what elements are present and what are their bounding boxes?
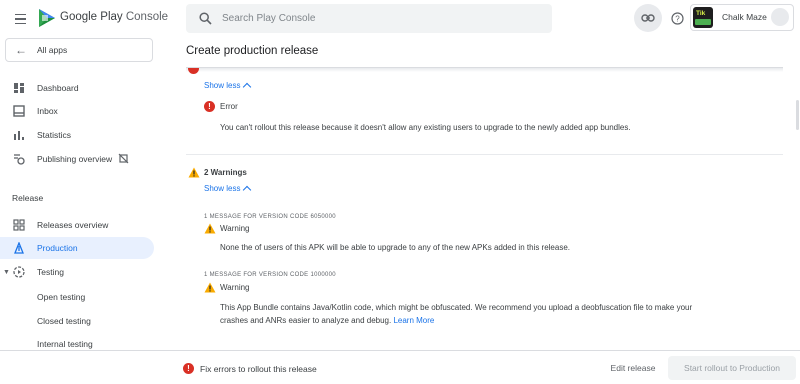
sidebar-item-label: Releases overview [37, 220, 109, 230]
brand-prefix: Google Play [60, 11, 123, 23]
sidebar-item-publishing-overview[interactable]: Publishing overview [0, 148, 154, 170]
error-summary-icon [188, 68, 199, 74]
menu-icon[interactable] [10, 9, 30, 29]
warning-icon [188, 167, 200, 178]
error-icon: ! [204, 101, 215, 112]
link-button[interactable] [634, 4, 662, 32]
sidebar-item-dashboard[interactable]: Dashboard [0, 77, 154, 99]
search-input[interactable]: Search Play Console [222, 13, 315, 24]
errors-show-less-link[interactable]: Show less [204, 81, 252, 92]
sidebar-item-label: Inbox [37, 106, 58, 116]
account-avatar[interactable] [771, 8, 789, 26]
brand-name[interactable]: Google Play Console [60, 11, 168, 23]
sidebar-item-testing[interactable]: Testing [0, 261, 154, 283]
warning-message-line1: This App Bundle contains Java/Kotlin cod… [220, 303, 693, 312]
app-icon: Tik [693, 7, 713, 28]
warning-message: None the of users of this APK will be ab… [220, 243, 570, 252]
link-icon [641, 14, 655, 22]
sidebar-item-label: Testing [37, 267, 64, 277]
sidebar-item-internal-testing[interactable]: Internal testing [37, 339, 93, 349]
search-box[interactable]: Search Play Console [186, 4, 552, 33]
show-less-label: Show less [204, 184, 241, 193]
bar-chart-icon [14, 131, 24, 140]
production-icon [14, 242, 24, 254]
sidebar-item-inbox[interactable]: Inbox [0, 100, 154, 122]
error-label: Error [220, 102, 238, 111]
search-icon [199, 12, 212, 25]
warning-message-line2: crashes and ANRs easier to analyze and d… [220, 316, 434, 325]
warning-message-text: crashes and ANRs easier to analyze and d… [220, 316, 392, 325]
testing-icon [13, 266, 25, 278]
warning-icon [204, 282, 216, 293]
sidebar-item-label: Statistics [37, 130, 72, 140]
app-name: Chalk Maze [722, 12, 767, 22]
releases-overview-icon [13, 219, 25, 231]
sidebar-item-releases-overview[interactable]: Releases overview [0, 214, 154, 236]
help-icon: ? [670, 11, 684, 25]
release-section-title: Release [12, 193, 44, 203]
section-divider [186, 154, 783, 155]
warning-icon [204, 223, 216, 234]
warning-label: Warning [220, 224, 250, 233]
all-apps-button[interactable]: ← All apps [5, 38, 153, 62]
scrollbar[interactable] [796, 100, 799, 130]
sidebar-item-label: Production [37, 243, 78, 253]
brand-suffix: Console [125, 11, 169, 23]
chevron-up-icon [243, 82, 252, 92]
help-button[interactable]: ? [667, 8, 687, 28]
release-review-panel: Show less ! Error You can't rollout this… [186, 67, 783, 347]
bottom-action-bar: ! Fix errors to rollout this release Edi… [0, 350, 800, 384]
svg-text:?: ? [675, 14, 680, 23]
sidebar-item-label: Dashboard [37, 83, 79, 93]
rollout-error-message: Fix errors to rollout this release [200, 364, 317, 374]
sidebar-item-production[interactable]: Production [0, 237, 154, 259]
arrow-back-icon: ← [15, 43, 27, 57]
sidebar-item-statistics[interactable]: Statistics [0, 124, 154, 146]
app-selector[interactable]: Tik Chalk Maze [690, 4, 794, 31]
inbox-icon [13, 105, 25, 117]
sidebar-item-label: Publishing overview [37, 154, 113, 164]
page-title: Create production release [186, 45, 319, 57]
chevron-up-icon [243, 185, 252, 195]
managed-publishing-off-icon [118, 153, 129, 164]
top-app-bar: Google Play Console Search Play Console … [0, 0, 800, 38]
publishing-overview-icon [14, 154, 25, 165]
warnings-show-less-link[interactable]: Show less [204, 184, 252, 195]
sidebar-item-open-testing[interactable]: Open testing [37, 292, 85, 302]
version-code-caption: 1 MESSAGE FOR VERSION CODE 1000000 [204, 272, 336, 278]
show-less-label: Show less [204, 81, 241, 90]
edit-release-button[interactable]: Edit release [600, 358, 666, 378]
error-message: You can't rollout this release because i… [220, 123, 631, 132]
play-console-logo[interactable] [37, 7, 57, 29]
learn-more-link[interactable]: Learn More [393, 316, 434, 325]
all-apps-label: All apps [37, 45, 68, 55]
error-icon: ! [183, 363, 194, 374]
warning-label: Warning [220, 283, 250, 292]
version-code-caption: 1 MESSAGE FOR VERSION CODE 6050000 [204, 214, 336, 220]
app-icon-text: Tik [696, 10, 706, 17]
sidebar-item-closed-testing[interactable]: Closed testing [37, 316, 91, 326]
dashboard-icon [14, 83, 24, 93]
start-rollout-button[interactable]: Start rollout to Production [668, 356, 796, 380]
warnings-title: 2 Warnings [204, 168, 247, 177]
sidebar: ← All apps Dashboard Inbox Statistics Pu… [0, 38, 170, 349]
